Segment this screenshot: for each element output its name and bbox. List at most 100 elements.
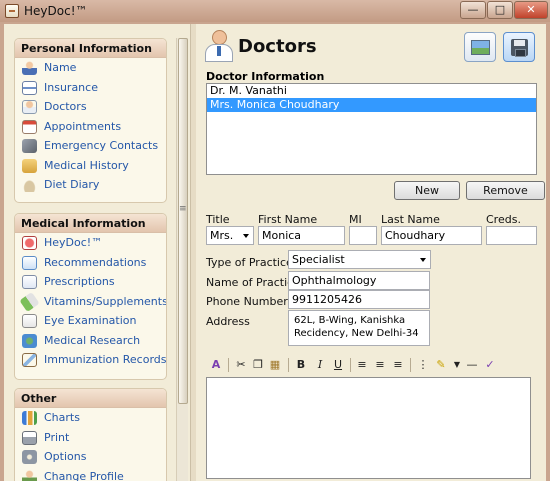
- sidebar-item-label: Print: [44, 430, 70, 444]
- address-line-2: Recidency, New Delhi-34: [294, 328, 419, 339]
- insurance-card-icon: [22, 80, 37, 95]
- sidebar-scrollbar[interactable]: [176, 38, 188, 481]
- other-group: Other Charts Print Options Change Profil…: [14, 388, 167, 481]
- sidebar-item-heydoc[interactable]: HeyDoc!™: [15, 233, 166, 253]
- italic-button[interactable]: I: [312, 357, 328, 373]
- mi-field[interactable]: [349, 226, 377, 245]
- doctor-list-item[interactable]: Dr. M. Vanathi: [207, 84, 536, 98]
- sidebar-item-charts[interactable]: Charts: [15, 408, 166, 428]
- type-of-practice-select[interactable]: Specialist: [288, 250, 431, 269]
- title-label: Title: [206, 213, 230, 226]
- sidebar-item-diet-diary[interactable]: Diet Diary: [15, 175, 166, 195]
- group-header: Medical Information: [15, 214, 166, 233]
- client-area: Personal Information Name Insurance Doct…: [4, 24, 546, 481]
- globe-icon: [22, 333, 37, 348]
- doctor-list-item-selected[interactable]: Mrs. Monica Choudhary: [207, 98, 536, 112]
- title-select[interactable]: Mrs.: [206, 226, 254, 245]
- sidebar-item-emergency-contacts[interactable]: Emergency Contacts: [15, 136, 166, 156]
- sidebar-item-appointments[interactable]: Appointments: [15, 117, 166, 137]
- eye-chart-icon: [22, 314, 37, 328]
- section-label: Doctor Information: [206, 70, 325, 83]
- first-name-label: First Name: [258, 213, 318, 226]
- horizontal-rule-icon[interactable]: —: [464, 357, 480, 373]
- doctor-list[interactable]: Dr. M. Vanathi Mrs. Monica Choudhary: [206, 83, 537, 175]
- group-header: Other: [15, 389, 166, 408]
- scroll-thumb[interactable]: [178, 38, 188, 404]
- underline-button[interactable]: U: [330, 357, 346, 373]
- bold-button[interactable]: B: [293, 357, 309, 373]
- sidebar-item-change-profile[interactable]: Change Profile: [15, 467, 166, 481]
- window-title: HeyDoc!™: [24, 4, 88, 18]
- bowl-icon: [22, 178, 37, 192]
- new-button[interactable]: New: [394, 181, 460, 200]
- bullet-list-icon[interactable]: ⋮: [415, 357, 431, 373]
- close-button[interactable]: ✕: [514, 1, 548, 19]
- creds-field[interactable]: [486, 226, 537, 245]
- person-icon: [22, 61, 37, 75]
- chevron-down-icon: [420, 258, 426, 262]
- folder-icon: [22, 158, 37, 173]
- photo-button[interactable]: [464, 32, 496, 62]
- prescription-icon: [22, 275, 37, 289]
- toolbar-separator: [410, 358, 411, 372]
- highlight-dropdown-icon[interactable]: ▼: [449, 357, 465, 373]
- sidebar-item-eye-examination[interactable]: Eye Examination: [15, 311, 166, 331]
- sidebar-item-name[interactable]: Name: [15, 58, 166, 78]
- panel-splitter[interactable]: [190, 24, 196, 481]
- sidebar-item-label: Vitamins/Supplements: [44, 294, 167, 308]
- sidebar-item-options[interactable]: Options: [15, 447, 166, 467]
- name-of-practice-field[interactable]: Ophthalmology: [288, 271, 430, 290]
- font-icon[interactable]: A: [208, 357, 224, 373]
- cut-icon[interactable]: ✂: [233, 357, 249, 373]
- doctor-header-icon: [204, 30, 234, 62]
- sidebar-item-recommendations[interactable]: Recommendations: [15, 253, 166, 273]
- align-left-icon[interactable]: ≡: [354, 357, 370, 373]
- sidebar-item-print[interactable]: Print: [15, 428, 166, 448]
- first-name-field[interactable]: Monica: [258, 226, 345, 245]
- title-bar: HeyDoc!™ — □ ✕: [0, 0, 550, 22]
- photo-icon: [471, 40, 490, 55]
- heart-icon: [22, 236, 37, 250]
- minimize-button[interactable]: —: [460, 1, 486, 19]
- phone-number-field[interactable]: 9911205426: [288, 290, 430, 309]
- last-name-field[interactable]: Choudhary: [381, 226, 482, 245]
- app-icon: [5, 4, 19, 18]
- medical-information-group: Medical Information HeyDoc!™ Recommendat…: [14, 213, 167, 380]
- remove-button[interactable]: Remove: [466, 181, 545, 200]
- phone-number-label: Phone Number: [206, 295, 288, 308]
- sidebar-item-medical-history[interactable]: Medical History: [15, 156, 166, 176]
- sidebar-item-label: Immunization Records: [44, 353, 167, 366]
- sidebar-item-doctors[interactable]: Doctors: [15, 97, 166, 117]
- address-field[interactable]: 62L, B-Wing, Kanishka Recidency, New Del…: [288, 310, 430, 346]
- title-select-value: Mrs.: [210, 229, 234, 242]
- mi-label: MI: [349, 213, 362, 226]
- chart-icon: [22, 411, 37, 425]
- sidebar-item-label: Charts: [44, 411, 80, 424]
- sidebar-item-immunization-records[interactable]: Immunization Records: [15, 350, 166, 370]
- align-center-icon[interactable]: ≡: [372, 357, 388, 373]
- chevron-down-icon: [243, 234, 249, 238]
- sidebar-item-medical-research[interactable]: Medical Research: [15, 331, 166, 351]
- save-button[interactable]: [503, 32, 535, 62]
- toolbar-separator: [350, 358, 351, 372]
- last-name-label: Last Name: [381, 213, 440, 226]
- sidebar-item-vitamins-supplements[interactable]: Vitamins/Supplements: [15, 291, 167, 312]
- address-label: Address: [206, 315, 250, 328]
- sidebar-item-prescriptions[interactable]: Prescriptions: [15, 272, 166, 292]
- sidebar-item-label: Options: [44, 450, 87, 463]
- highlight-icon[interactable]: ✎: [433, 357, 449, 373]
- sidebar-item-insurance[interactable]: Insurance: [15, 78, 166, 98]
- notes-editor[interactable]: [206, 377, 531, 479]
- copy-icon[interactable]: ❐: [250, 357, 266, 373]
- sidebar-item-label: Recommendations: [44, 255, 147, 269]
- paste-icon[interactable]: ▦: [267, 357, 283, 373]
- doctor-icon: [22, 100, 37, 114]
- spell-check-icon[interactable]: ✓: [482, 357, 498, 373]
- maximize-button[interactable]: □: [487, 1, 513, 19]
- sidebar-item-label: Prescriptions: [44, 275, 115, 288]
- toolbar-separator: [228, 358, 229, 372]
- align-right-icon[interactable]: ≡: [390, 357, 406, 373]
- rich-text-toolbar: A ✂ ❐ ▦ B I U ≡ ≡ ≡ ⋮ ✎ ▼ — ✓: [206, 355, 537, 375]
- sidebar-item-label: Diet Diary: [44, 178, 100, 191]
- save-icon: [511, 39, 528, 57]
